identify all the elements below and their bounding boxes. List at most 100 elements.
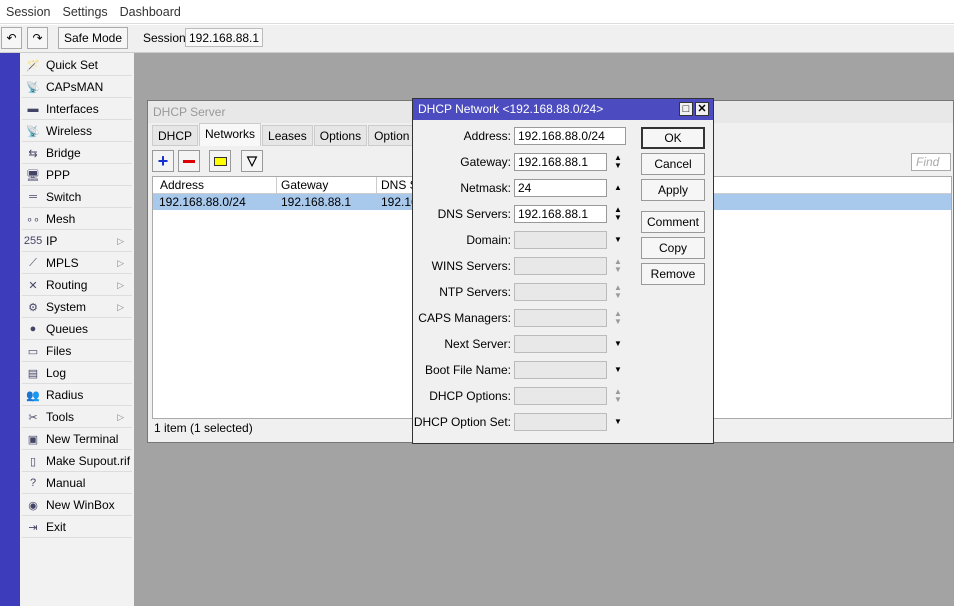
field-input[interactable] <box>514 231 607 249</box>
sidebar-item-quick-set[interactable]: 🪄 Quick Set <box>22 55 132 76</box>
spinner-icon[interactable]: ▲ ▼ <box>612 388 624 404</box>
sidebar-item-make-supout-rif[interactable]: ▯ Make Supout.rif <box>22 451 132 472</box>
sidebar-item-new-winbox[interactable]: ◉ New WinBox <box>22 495 132 516</box>
submenu-arrow-icon: ▷ <box>117 235 124 246</box>
safe-mode-button[interactable]: Safe Mode <box>58 27 128 49</box>
submenu-arrow-icon: ▷ <box>117 411 124 422</box>
spinner-icon[interactable]: ▼ <box>612 366 624 374</box>
comment-icon[interactable] <box>209 150 231 172</box>
dialog-title: DHCP Network <192.168.88.0/24> <box>418 102 604 116</box>
field-input[interactable] <box>514 283 607 301</box>
sidebar-item-label: Wireless <box>46 124 93 138</box>
sidebar-item-routing[interactable]: ✕ Routing ▷ <box>22 275 132 296</box>
field-row: Address: 192.168.88.0/24 <box>413 127 633 145</box>
spinner-icon[interactable]: ▼ <box>612 340 624 348</box>
spinner-icon[interactable]: ▲ ▼ <box>612 154 624 170</box>
sidebar-item-wireless[interactable]: 📡 Wireless <box>22 121 132 142</box>
add-icon[interactable]: + <box>152 150 174 172</box>
menu-settings[interactable]: Settings <box>56 5 113 19</box>
remove-icon[interactable] <box>178 150 200 172</box>
filter-icon[interactable]: ▽ <box>241 150 263 172</box>
field-input[interactable] <box>514 413 607 431</box>
tab-dhcp[interactable]: DHCP <box>152 125 199 146</box>
field-input[interactable]: 192.168.88.1 <box>514 153 607 171</box>
sidebar-item-system[interactable]: ⚙ System ▷ <box>22 297 132 318</box>
spinner-icon[interactable]: ▲ ▼ <box>612 258 624 274</box>
field-input[interactable]: 24 <box>514 179 607 197</box>
field-input[interactable] <box>514 361 607 379</box>
sidebar-item-queues[interactable]: ● Queues <box>22 319 132 340</box>
sidebar-item-capsman[interactable]: 📡 CAPsMAN <box>22 77 132 98</box>
spinner-icon[interactable]: ▲ <box>612 184 624 192</box>
find-input[interactable]: Find <box>911 153 951 171</box>
sidebar-item-log[interactable]: ▤ Log <box>22 363 132 384</box>
column-address[interactable]: Address <box>156 177 277 193</box>
field-input[interactable] <box>514 335 607 353</box>
sidebar-item-interfaces[interactable]: ▬ Interfaces <box>22 99 132 120</box>
comment-button[interactable]: Comment <box>641 211 705 233</box>
sidebar-item-exit[interactable]: ⇥ Exit <box>22 517 132 538</box>
cancel-button[interactable]: Cancel <box>641 153 705 175</box>
spinner-icon[interactable]: ▲ ▼ <box>612 310 624 326</box>
copy-button[interactable]: Copy <box>641 237 705 259</box>
close-icon[interactable]: ✕ <box>695 102 709 116</box>
field-row: DHCP Options: ▲ ▼ <box>413 387 633 405</box>
sidebar-item-label: IP <box>46 234 58 248</box>
field-input[interactable] <box>514 387 607 405</box>
spinner-icon[interactable]: ▼ <box>612 418 624 426</box>
sidebar-item-ip[interactable]: 255 IP ▷ <box>22 231 132 252</box>
session-value: 192.168.88.1 <box>185 28 264 47</box>
sidebar-item-radius[interactable]: 👥 Radius <box>22 385 132 406</box>
submenu-arrow-icon: ▷ <box>117 301 124 312</box>
sidebar-item-files[interactable]: ▭ Files <box>22 341 132 362</box>
field-input[interactable]: 192.168.88.0/24 <box>514 127 626 145</box>
menu-session[interactable]: Session <box>0 5 56 19</box>
sidebar-item-label: Mesh <box>46 212 76 226</box>
sidebar-item-label: Make Supout.rif <box>46 454 131 468</box>
spinner-icon[interactable]: ▲ ▼ <box>612 284 624 300</box>
field-row: DHCP Option Set: ▼ <box>413 413 633 431</box>
sidebar-item-new-terminal[interactable]: ▣ New Terminal <box>22 429 132 450</box>
sidebar-item-label: Manual <box>46 476 86 490</box>
tab-options[interactable]: Options <box>313 125 368 146</box>
column-gateway[interactable]: Gateway <box>277 177 377 193</box>
sidebar-item-tools[interactable]: ✂ Tools ▷ <box>22 407 132 428</box>
field-label: Domain: <box>466 233 511 247</box>
sidebar-item-label: Queues <box>46 322 89 336</box>
sidebar-icon: ▯ <box>29 455 37 468</box>
sidebar-item-ppp[interactable]: 🖥 PPP <box>22 165 132 186</box>
spinner-icon[interactable]: ▲ ▼ <box>612 206 624 222</box>
sidebar-item-switch[interactable]: ═ Switch <box>22 187 132 208</box>
tab-networks[interactable]: Networks <box>199 123 262 146</box>
sidebar-stripe <box>0 53 20 606</box>
spinner-icon[interactable]: ▼ <box>612 236 624 244</box>
field-input[interactable] <box>514 257 607 275</box>
field-row: Boot File Name: ▼ <box>413 361 633 379</box>
field-label: Netmask: <box>460 181 511 195</box>
ok-button[interactable]: OK <box>641 127 705 149</box>
sidebar-item-bridge[interactable]: ⇆ Bridge <box>22 143 132 164</box>
apply-button[interactable]: Apply <box>641 179 705 201</box>
sidebar-item-label: MPLS <box>46 256 79 270</box>
undo-icon[interactable]: ↶ <box>1 27 22 49</box>
sidebar-icon: ▬ <box>27 103 39 115</box>
maximize-icon[interactable]: □ <box>679 102 693 116</box>
field-label: Next Server: <box>444 337 511 351</box>
sidebar-icon: ═ <box>29 191 37 203</box>
menu-dashboard[interactable]: Dashboard <box>114 5 187 19</box>
sidebar-item-mesh[interactable]: ∘∘ Mesh <box>22 209 132 230</box>
redo-icon[interactable]: ↷ <box>27 27 48 49</box>
field-input[interactable] <box>514 309 607 327</box>
remove-button[interactable]: Remove <box>641 263 705 285</box>
sidebar-item-label: Tools <box>46 410 75 424</box>
cell-address: 192.168.88.0/24 <box>159 195 246 209</box>
sidebar-item-manual[interactable]: ? Manual <box>22 473 132 494</box>
sidebar-icon: ▣ <box>27 433 39 446</box>
sidebar-item-mpls[interactable]: ⟋ MPLS ▷ <box>22 253 132 274</box>
sidebar-item-label: Switch <box>46 190 82 204</box>
toolbar: ↶ ↷ Safe Mode Session: 192.168.88.1 <box>0 25 954 53</box>
sidebar-icon: ▭ <box>27 345 39 358</box>
tab-leases[interactable]: Leases <box>262 125 313 146</box>
field-label: CAPS Managers: <box>418 311 511 325</box>
field-input[interactable]: 192.168.88.1 <box>514 205 607 223</box>
